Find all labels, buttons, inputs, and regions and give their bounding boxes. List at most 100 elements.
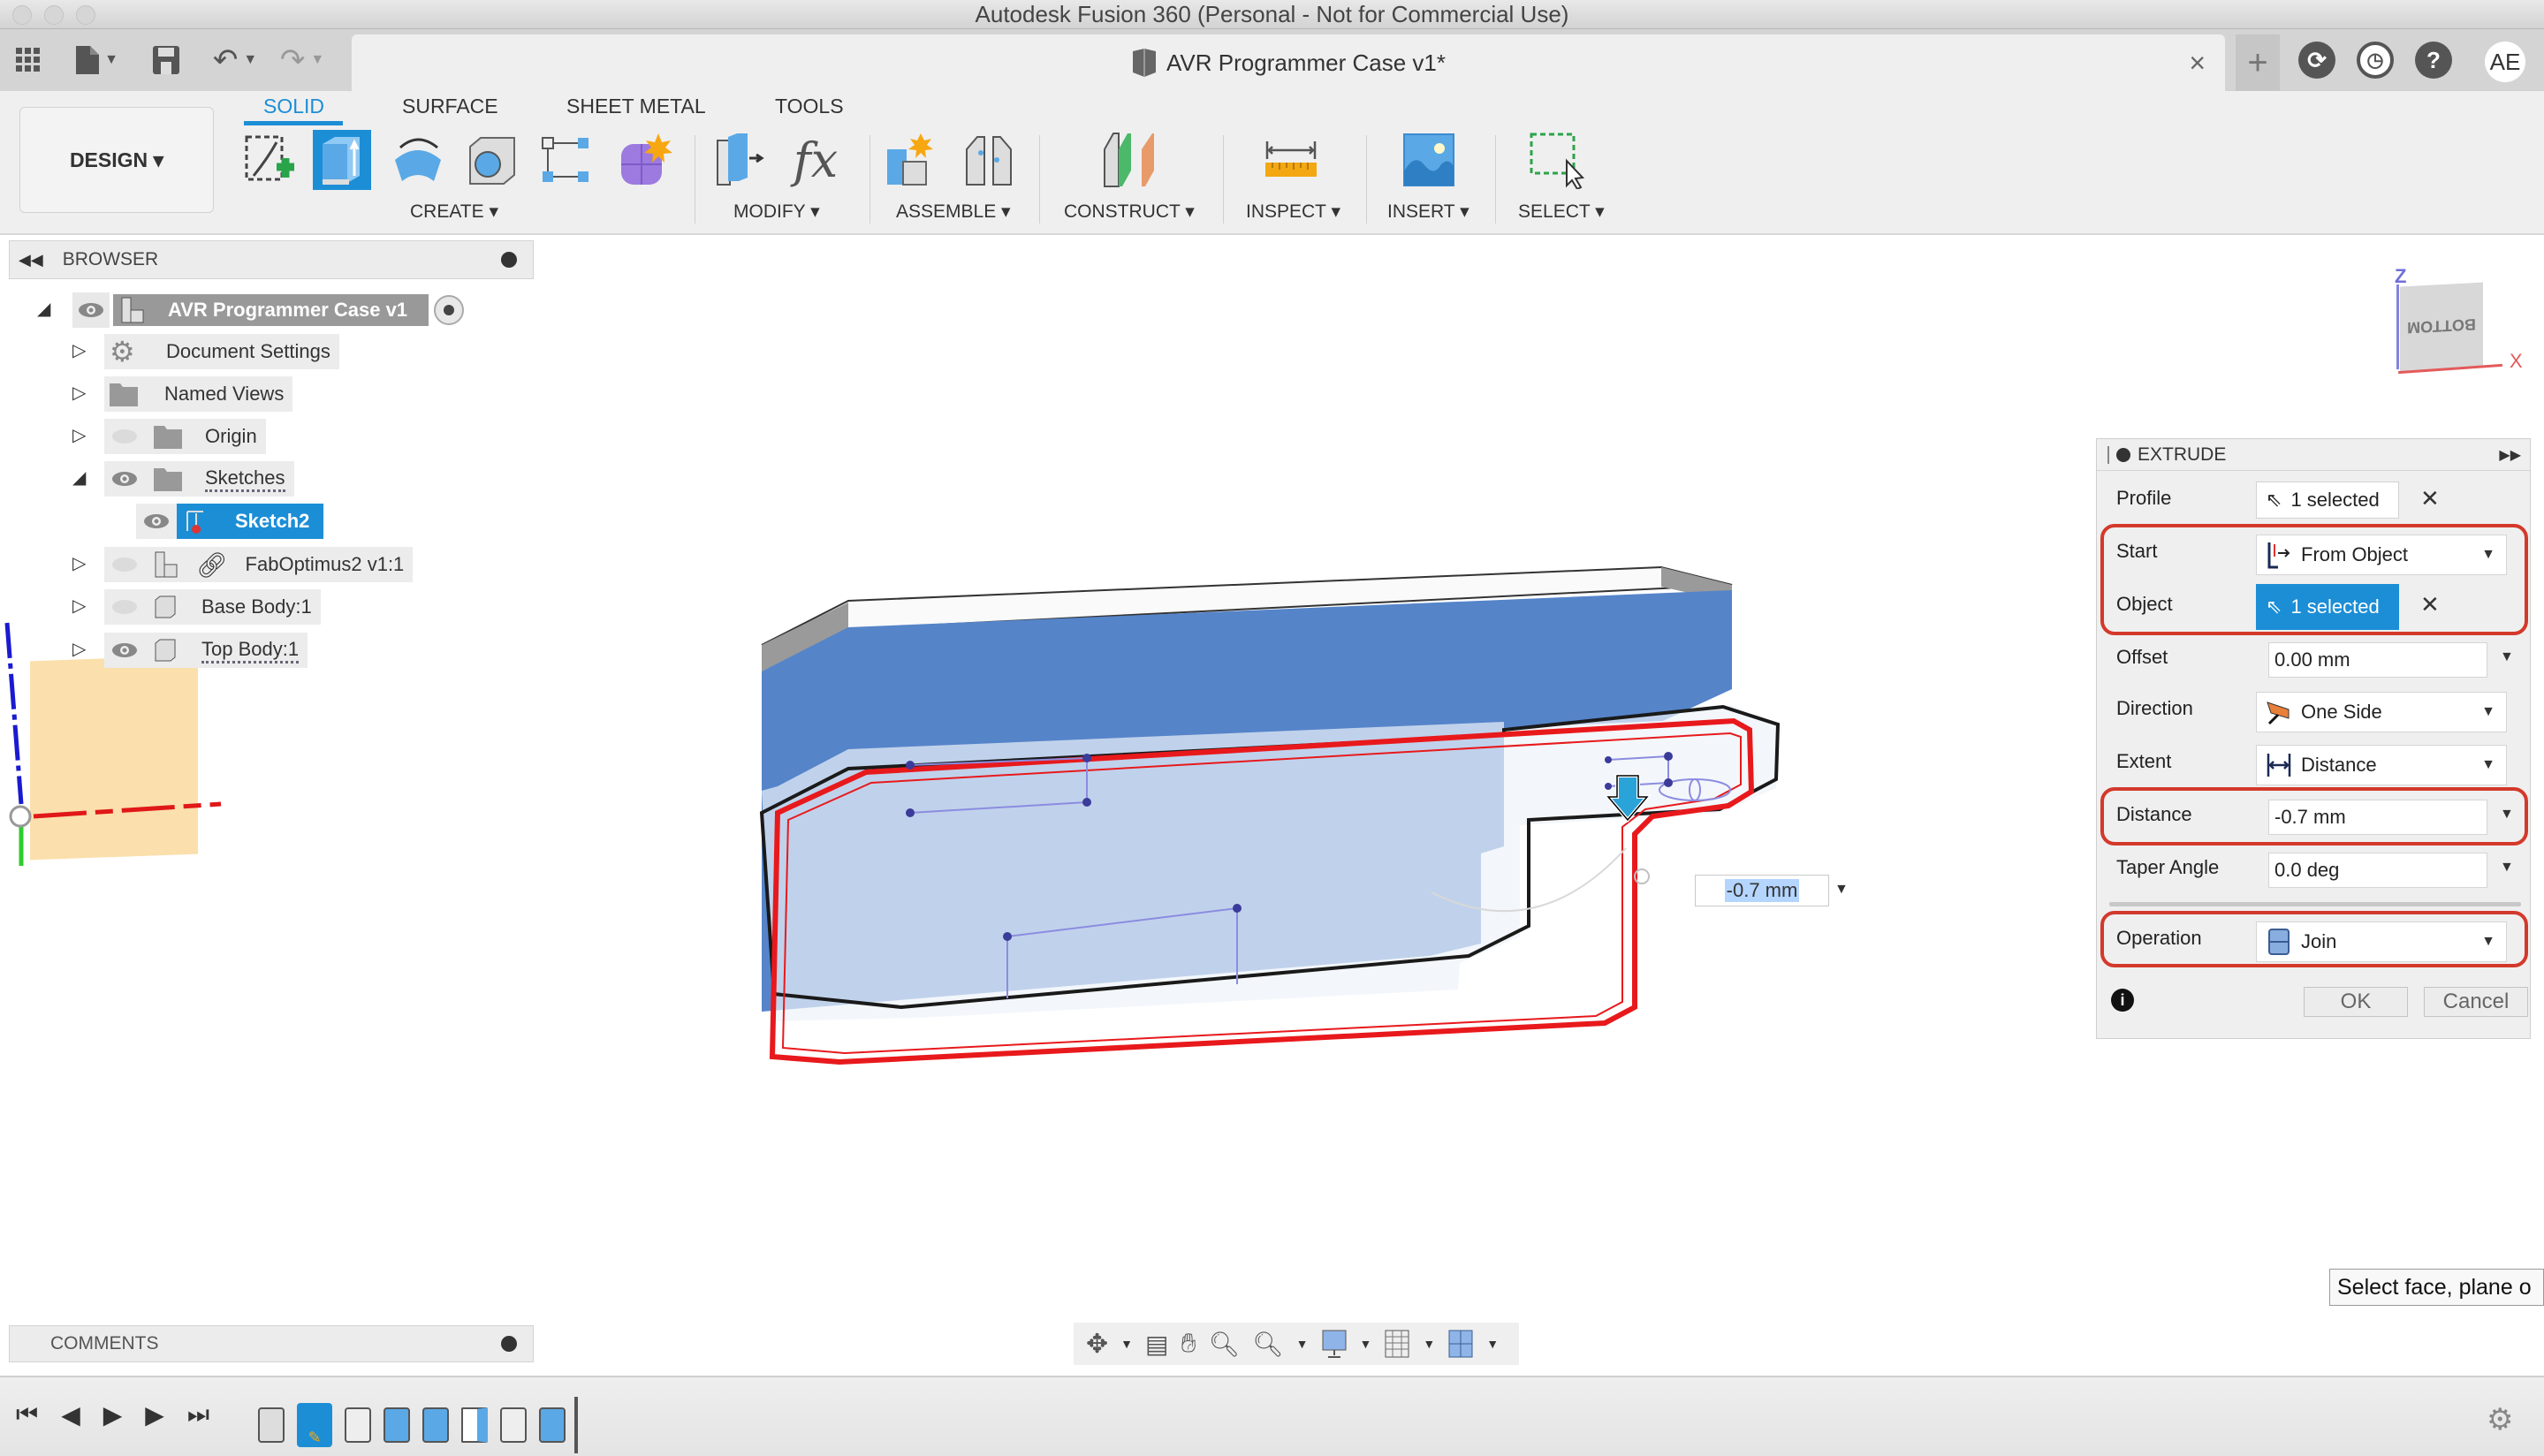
clear-profile-button[interactable]: ✕ <box>2420 485 2440 512</box>
window-select-button[interactable] <box>1527 130 1585 190</box>
hidden-eye-icon[interactable] <box>110 596 140 618</box>
cancel-button[interactable]: Cancel <box>2424 987 2528 1017</box>
taper-dropdown-arrow[interactable]: ▼ <box>2500 860 2514 876</box>
offset-input[interactable]: 0.00 mm <box>2268 642 2487 678</box>
modify-menu[interactable]: MODIFY ▾ <box>733 201 820 223</box>
object-selector[interactable]: ⇖ 1 selected <box>2256 584 2399 630</box>
construct-menu[interactable]: CONSTRUCT ▾ <box>1064 201 1195 223</box>
create-menu[interactable]: CREATE ▾ <box>410 201 498 223</box>
hidden-eye-icon[interactable] <box>110 426 140 447</box>
insert-image-button[interactable] <box>1400 130 1458 190</box>
create-form-button[interactable] <box>615 130 673 190</box>
timeline-body-feature[interactable] <box>345 1407 371 1443</box>
view-cube-face[interactable]: BOTTOM <box>2400 282 2483 372</box>
visibility-eye-icon[interactable] <box>141 511 171 532</box>
new-tab-button[interactable]: + <box>2236 34 2280 91</box>
visibility-eye-icon[interactable] <box>110 468 140 489</box>
timeline-body-feature[interactable] <box>500 1407 527 1443</box>
revolve-button[interactable] <box>389 130 447 190</box>
joint-button[interactable] <box>960 130 1018 190</box>
expand-arrow-icon[interactable]: ▷ <box>72 595 86 617</box>
user-avatar[interactable]: AE <box>2485 42 2525 82</box>
play-icon[interactable]: ▶ <box>103 1400 123 1429</box>
help-icon[interactable]: ? <box>2415 42 2452 79</box>
offset-plane-button[interactable] <box>1101 130 1159 190</box>
hidden-eye-icon[interactable] <box>110 554 140 575</box>
viewports-icon[interactable] <box>1447 1329 1474 1359</box>
activate-component-radio[interactable] <box>434 295 465 325</box>
expand-arrow-icon[interactable]: ▷ <box>72 552 86 574</box>
collapse-arrow-icon[interactable]: ◢ <box>37 298 50 320</box>
visibility-eye-icon[interactable] <box>110 640 140 661</box>
timeline-component-feature[interactable] <box>258 1407 285 1443</box>
add-comment-icon[interactable] <box>501 1336 517 1352</box>
timeline-extrude-feature[interactable] <box>539 1407 566 1443</box>
minimize-window-button[interactable] <box>44 5 64 25</box>
zoom-icon[interactable]: 🔍︎ <box>1209 1330 1241 1359</box>
distance-dropdown-arrow[interactable]: ▼ <box>2500 807 2514 823</box>
grid-apps-icon[interactable] <box>12 43 44 77</box>
display-settings-icon[interactable] <box>1321 1329 1348 1359</box>
distance-input[interactable]: -0.7 mm <box>2268 800 2487 835</box>
save-icon[interactable] <box>148 43 184 77</box>
browser-item-sketches[interactable]: ◢ Sketches <box>72 461 294 497</box>
document-tab[interactable]: AVR Programmer Case v1* × <box>352 34 2225 91</box>
step-back-icon[interactable]: ◀ <box>61 1400 80 1429</box>
tab-tools[interactable]: TOOLS <box>775 95 844 118</box>
file-menu-button[interactable]: ▼ <box>71 43 124 77</box>
hole-button[interactable] <box>463 130 521 190</box>
go-to-end-icon[interactable]: ⏭ <box>187 1400 209 1429</box>
press-pull-button[interactable] <box>712 130 771 190</box>
browser-pin-icon[interactable] <box>501 252 517 268</box>
fit-zoom-icon[interactable]: 🔍︎ <box>1252 1330 1284 1359</box>
browser-item-faboptimus2[interactable]: ▷ 🔗︎ FabOptimus2 v1:1 <box>72 547 414 582</box>
timeline-sketch-feature[interactable]: ✎ <box>297 1403 332 1447</box>
browser-item-sketch2[interactable]: Sketch2 <box>136 504 324 539</box>
close-window-button[interactable] <box>12 5 32 25</box>
go-to-start-icon[interactable]: ⏮ <box>16 1400 38 1429</box>
offset-dropdown-arrow[interactable]: ▼ <box>2500 649 2514 665</box>
dimension-dropdown-arrow[interactable]: ▼ <box>1834 882 1849 898</box>
timeline-marker[interactable] <box>574 1397 578 1453</box>
extent-dropdown[interactable]: Distance ▼ <box>2256 745 2507 785</box>
profile-selector[interactable]: ⇖ 1 selected <box>2256 482 2399 519</box>
pattern-button[interactable] <box>537 130 596 190</box>
extrude-button[interactable] <box>313 130 371 190</box>
expand-arrow-icon[interactable]: ▷ <box>72 424 86 446</box>
grid-settings-icon[interactable] <box>1384 1329 1410 1359</box>
pan-hand-icon[interactable]: ✋︎ <box>1181 1329 1196 1359</box>
timeline-settings-gear-icon[interactable]: ⚙ <box>2487 1402 2513 1437</box>
maximize-window-button[interactable] <box>76 5 95 25</box>
change-parameters-button[interactable]: fx <box>786 130 845 190</box>
new-component-button[interactable] <box>884 130 942 190</box>
start-dropdown[interactable]: From Object ▼ <box>2256 535 2507 575</box>
close-tab-icon[interactable]: × <box>2189 47 2206 80</box>
redo-button[interactable]: ↷ ▼ <box>276 43 329 77</box>
job-status-clock-icon[interactable]: ◷ <box>2357 42 2394 79</box>
extrude-dialog-header[interactable]: EXTRUDE ▶▶ <box>2097 439 2530 471</box>
assemble-menu[interactable]: ASSEMBLE ▾ <box>896 201 1011 223</box>
tab-solid[interactable]: SOLID <box>263 95 324 118</box>
select-menu[interactable]: SELECT ▾ <box>1518 201 1605 223</box>
workspace-switcher[interactable]: DESIGN ▾ <box>19 107 214 213</box>
measure-button[interactable] <box>1262 130 1320 190</box>
direction-dropdown[interactable]: One Side ▼ <box>2256 692 2507 732</box>
expand-arrow-icon[interactable]: ▷ <box>72 382 86 404</box>
browser-item-named-views[interactable]: ▷ Named Views <box>72 376 293 412</box>
undo-button[interactable]: ↶ ▼ <box>209 43 262 77</box>
timeline-split-feature[interactable] <box>461 1407 488 1443</box>
taper-angle-input[interactable]: 0.0 deg <box>2268 853 2487 888</box>
orbit-icon[interactable]: ✥ <box>1086 1329 1108 1360</box>
browser-item-document-settings[interactable]: ▷ ⚙ Document Settings <box>72 334 339 369</box>
collapse-dialog-icon[interactable] <box>2116 447 2130 462</box>
tab-sheet-metal[interactable]: SHEET METAL <box>566 95 706 118</box>
timeline-extrude-feature[interactable] <box>422 1407 449 1443</box>
info-icon[interactable]: i <box>2111 989 2134 1012</box>
view-cube[interactable]: Z BOTTOM X <box>2342 239 2544 398</box>
browser-item-root[interactable]: ◢ AVR Programmer Case v1 <box>37 292 465 328</box>
browser-item-base-body[interactable]: ▷ Base Body:1 <box>72 589 321 625</box>
look-at-icon[interactable]: ▤ <box>1145 1330 1168 1359</box>
expand-arrow-icon[interactable]: ▷ <box>72 638 86 660</box>
extensions-icon[interactable]: ⟳ <box>2298 42 2335 79</box>
distance-dimension-input[interactable]: -0.7 mm <box>1695 875 1829 906</box>
